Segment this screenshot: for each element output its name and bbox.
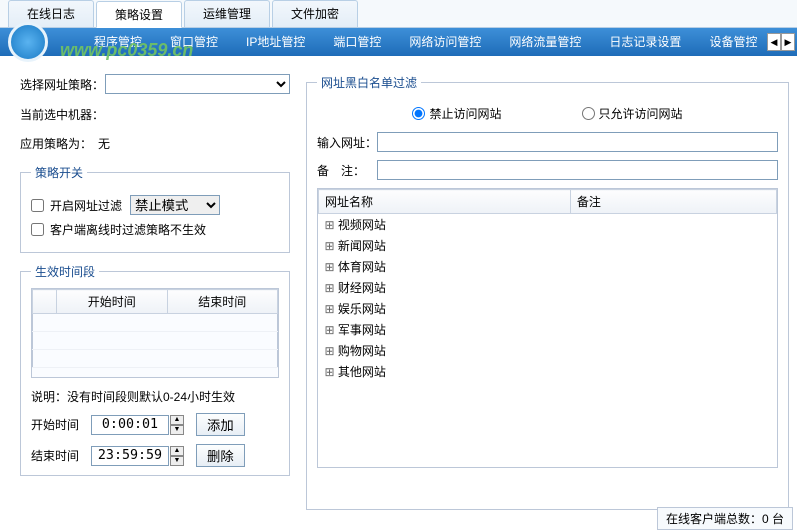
- tree-node[interactable]: 购物网站: [319, 340, 571, 361]
- policy-switch-fieldset: 策略开关 开启网址过滤 禁止模式 客户端离线时过滤策略不生效: [20, 164, 290, 253]
- nav-window[interactable]: 窗口管控: [156, 28, 232, 56]
- remark-input[interactable]: [377, 160, 778, 180]
- logo: [0, 28, 80, 56]
- end-time-label: 结束时间: [31, 447, 91, 464]
- status-bar: 在线客户端总数：0 台: [657, 507, 793, 530]
- nav-scroll-right-icon[interactable]: ▶: [781, 33, 795, 51]
- current-machine-label: 当前选中机器：: [20, 106, 104, 123]
- radio-deny[interactable]: [412, 107, 425, 120]
- period-note: 说明：没有时间段则默认0-24小时生效: [31, 388, 279, 405]
- tab-ops-manage[interactable]: 运维管理: [184, 0, 270, 27]
- end-time-input[interactable]: [91, 446, 169, 466]
- url-input[interactable]: [377, 132, 778, 152]
- start-time-input[interactable]: [91, 415, 169, 435]
- effective-period-legend: 生效时间段: [31, 263, 99, 280]
- tree-node[interactable]: 体育网站: [319, 256, 571, 277]
- col-start-time: 开始时间: [57, 290, 168, 314]
- tree-node[interactable]: 财经网站: [319, 277, 571, 298]
- period-table[interactable]: 开始时间 结束时间: [31, 288, 279, 378]
- end-spin-down-icon[interactable]: ▼: [170, 456, 184, 466]
- sub-navbar: 程序管控 窗口管控 IP地址管控 端口管控 网络访问管控 网络流量管控 日志记录…: [0, 28, 797, 56]
- col-end-time: 结束时间: [167, 290, 278, 314]
- tree-node[interactable]: 视频网站: [319, 214, 571, 236]
- url-filter-fieldset: 网址黑白名单过滤 禁止访问网站 只允许访问网站 输入网址： 备 注： 网址名称 …: [306, 74, 789, 510]
- start-time-label: 开始时间: [31, 416, 91, 433]
- select-policy-label: 选择网址策略：: [20, 76, 105, 93]
- status-value: 0 台: [762, 512, 784, 526]
- status-label: 在线客户端总数：: [666, 512, 762, 526]
- left-pane: 选择网址策略： 当前选中机器： 应用策略为： 无 策略开关 开启网址过滤 禁止模…: [8, 66, 296, 504]
- start-spin-up-icon[interactable]: ▲: [170, 415, 184, 425]
- nav-device[interactable]: 设备管控: [695, 28, 771, 56]
- end-spin-up-icon[interactable]: ▲: [170, 446, 184, 456]
- nav-program[interactable]: 程序管控: [80, 28, 156, 56]
- start-spin-down-icon[interactable]: ▼: [170, 425, 184, 435]
- nav-scroll-left-icon[interactable]: ◀: [767, 33, 781, 51]
- nav-log-settings[interactable]: 日志记录设置: [595, 28, 695, 56]
- add-period-button[interactable]: 添加: [196, 413, 245, 436]
- offline-nofilter-label: 客户端离线时过滤策略不生效: [50, 221, 206, 238]
- tab-file-encrypt[interactable]: 文件加密: [272, 0, 358, 27]
- enable-filter-label: 开启网址过滤: [50, 197, 122, 214]
- nav-ip[interactable]: IP地址管控: [232, 28, 319, 56]
- effective-period-fieldset: 生效时间段 开始时间 结束时间 说明：没有时间段则默认0-24小时生效 开始时间: [20, 263, 290, 476]
- enable-filter-checkbox[interactable]: [31, 199, 44, 212]
- tree-node[interactable]: 军事网站: [319, 319, 571, 340]
- radio-allow[interactable]: [582, 107, 595, 120]
- col-url-remark: 备注: [570, 190, 776, 214]
- offline-nofilter-checkbox[interactable]: [31, 223, 44, 236]
- top-tabs: 在线日志 策略设置 运维管理 文件加密: [0, 0, 797, 28]
- policy-switch-legend: 策略开关: [31, 164, 87, 181]
- input-url-label: 输入网址：: [317, 134, 377, 151]
- tree-node[interactable]: 娱乐网站: [319, 298, 571, 319]
- tab-policy-settings[interactable]: 策略设置: [96, 1, 182, 28]
- remark-label: 备 注：: [317, 162, 377, 179]
- nav-net-traffic[interactable]: 网络流量管控: [495, 28, 595, 56]
- apply-policy-value: 无: [98, 135, 110, 152]
- col-url-name: 网址名称: [319, 190, 571, 214]
- tree-node[interactable]: 新闻网站: [319, 235, 571, 256]
- url-category-table[interactable]: 网址名称 备注 视频网站 新闻网站 体育网站 财经网站 娱乐网站 军事网站 购物…: [317, 188, 778, 468]
- radio-allow-label[interactable]: 只允许访问网站: [582, 105, 683, 122]
- filter-mode-select[interactable]: 禁止模式: [130, 195, 220, 215]
- apply-policy-label: 应用策略为：: [20, 135, 92, 152]
- url-filter-legend: 网址黑白名单过滤: [317, 74, 421, 91]
- delete-period-button[interactable]: 删除: [196, 444, 245, 467]
- radio-deny-label[interactable]: 禁止访问网站: [412, 105, 501, 122]
- nav-port[interactable]: 端口管控: [319, 28, 395, 56]
- tree-node[interactable]: 其他网站: [319, 361, 571, 382]
- policy-select[interactable]: [105, 74, 290, 94]
- nav-net-access[interactable]: 网络访问管控: [395, 28, 495, 56]
